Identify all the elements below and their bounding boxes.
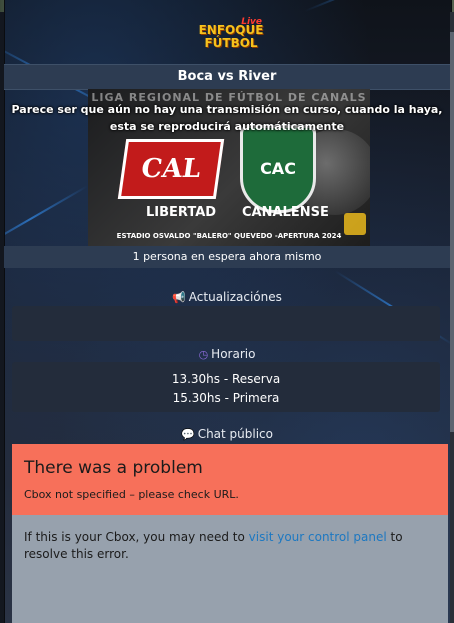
error-title: There was a problem	[24, 458, 203, 478]
control-panel-link[interactable]: visit your control panel	[249, 530, 387, 544]
error-message: If this is your Cbox, you may need to vi…	[24, 529, 424, 563]
stream-notice: Parece ser que aún no hay una transmisió…	[11, 103, 443, 133]
team-right-name: CANALENSE	[242, 205, 329, 220]
clock-icon: ◷	[198, 348, 209, 361]
site-logo[interactable]: Live ENFOQUE FÚTBOL	[198, 16, 264, 56]
waiting-count: 1 persona en espera ahora mismo	[4, 246, 450, 268]
logo-live-label: Live	[241, 17, 262, 27]
scrollbar-thumb[interactable]	[450, 32, 454, 432]
schedule-line: 15.30hs - Primera	[172, 391, 280, 405]
logo-line-2: FÚTBOL	[204, 36, 258, 50]
match-title: Boca vs River	[4, 64, 450, 90]
team-left-name: LIBERTAD	[146, 205, 217, 220]
libertad-crest: CAL	[117, 139, 225, 199]
schedule-title: Horario	[211, 347, 256, 361]
schedule-heading: ◷ Horario	[4, 347, 450, 361]
canalense-crest-text: CAC	[260, 159, 296, 178]
schedule-box: 13.30hs - Reserva 15.30hs - Primera	[12, 362, 440, 412]
updates-heading: 📢 Actualizaciónes	[4, 290, 450, 304]
libertad-crest-text: CAL	[139, 154, 203, 184]
chat-error-body: If this is your Cbox, you may need to vi…	[12, 515, 448, 623]
updates-title: Actualizaciónes	[188, 290, 282, 304]
speech-bubble-icon: 💬	[180, 428, 195, 441]
chat-title: Chat público	[197, 427, 273, 441]
chat-error-header: There was a problem Cbox not specified –…	[12, 444, 448, 515]
megaphone-icon: 📢	[172, 291, 186, 304]
poster-stadium: ESTADIO OSVALDO "BALERO" QUEVEDO -APERTU…	[116, 232, 342, 240]
schedule-line: 13.30hs - Reserva	[171, 372, 281, 386]
error-text-before: If this is your Cbox, you may need to	[24, 530, 249, 544]
scrollbar[interactable]	[450, 12, 454, 623]
chat-heading: 💬 Chat público	[4, 427, 450, 441]
error-subtitle: Cbox not specified – please check URL.	[24, 488, 239, 501]
updates-box	[12, 306, 440, 341]
light-streak	[304, 0, 451, 12]
light-streak	[5, 185, 89, 252]
canalense-crest: CAC	[240, 125, 316, 213]
